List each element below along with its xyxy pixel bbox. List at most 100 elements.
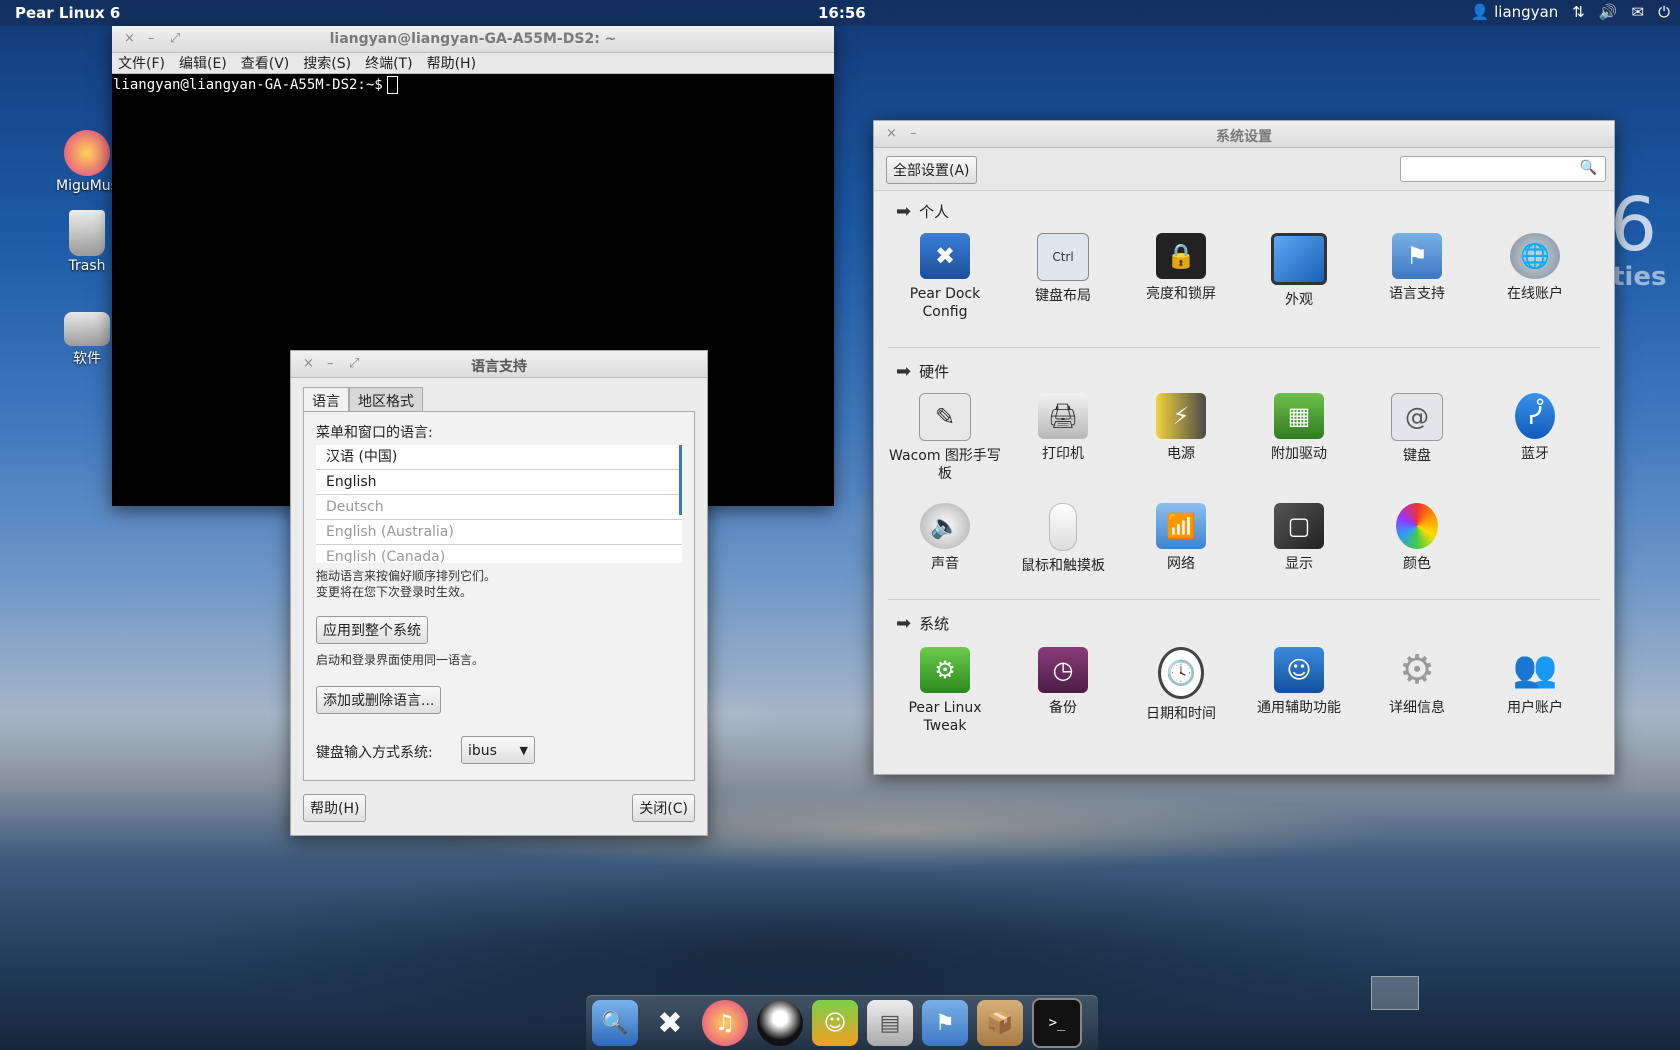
pps-icon[interactable]: ☺ (812, 1000, 858, 1046)
trash-icon (69, 210, 105, 256)
top-panel: Pear Linux 6 16:56 👤 liangyan ⇅ 🔊 ✉ ⏻ (0, 0, 1680, 26)
music-icon[interactable]: ♫ (702, 1000, 748, 1046)
language-dialog-tabs: 语言 地区格式 (303, 387, 423, 414)
menu-search[interactable]: 搜索(S) (303, 53, 351, 73)
settings-item-accessibility[interactable]: ☺ 通用辅助功能 (1240, 647, 1358, 717)
settings-item-user-accounts[interactable]: 👥 用户账户 (1476, 647, 1594, 717)
speaker-icon: 🔈 (920, 503, 970, 549)
settings-item-label: 电源 (1167, 446, 1195, 462)
settings-item-keyboard[interactable]: @ 键盘 (1358, 393, 1476, 465)
terminal-icon[interactable]: >_ (1032, 998, 1082, 1048)
all-settings-button[interactable]: 全部设置(A) (886, 156, 977, 184)
help-button[interactable]: 帮助(H) (303, 794, 367, 822)
settings-item-appearance[interactable]: 外观 (1240, 233, 1358, 309)
settings-item-wacom-tablet[interactable]: ✎ Wacom 图形手写板 (886, 393, 1004, 483)
settings-item-label: Pear Dock Config (909, 286, 981, 320)
close-button[interactable]: 关闭(C) (632, 794, 695, 822)
terminal-output[interactable]: liangyan@liangyan-GA-A55M-DS2:~$ (112, 74, 834, 96)
settings-item-network[interactable]: 📶 网络 (1122, 503, 1240, 573)
settings-item-mouse-touchpad[interactable]: 鼠标和触摸板 (1004, 503, 1122, 575)
list-item[interactable]: Deutsch (316, 495, 682, 520)
settings-item-power[interactable]: ⚡ 电源 (1122, 393, 1240, 463)
power-icon[interactable]: ⏻ (1658, 3, 1670, 21)
menu-file[interactable]: 文件(F) (118, 53, 165, 73)
mouse-icon (1049, 503, 1077, 551)
package-icon[interactable]: 📦 (977, 1000, 1023, 1046)
section-personal: ➡ 个人 (896, 201, 949, 222)
settings-item-backup[interactable]: ◷ 备份 (1004, 647, 1122, 717)
settings-item-details[interactable]: ⚙ 详细信息 (1358, 647, 1476, 717)
settings-item-label: 语言支持 (1389, 286, 1445, 302)
drive-icon (64, 312, 110, 346)
settings-item-label: 颜色 (1403, 556, 1431, 572)
tools-icon[interactable]: ✖ (647, 1000, 693, 1046)
tab-regional-formats[interactable]: 地区格式 (349, 387, 423, 414)
settings-item-bluetooth[interactable]: ᓮ 蓝牙 (1476, 393, 1594, 463)
settings-toolbar: 全部设置(A) 🔍 (874, 148, 1614, 191)
settings-item-label: Pear Linux Tweak (908, 700, 982, 734)
menu-terminal[interactable]: 终端(T) (365, 53, 412, 73)
settings-item-label: 附加驱动 (1271, 446, 1327, 462)
language-flag-icon[interactable]: ⚑ (922, 1000, 968, 1046)
terminal-titlebar[interactable]: × – ⤢ liangyan@liangyan-GA-A55M-DS2: ~ (112, 26, 834, 53)
search-icon[interactable]: 🔍 (592, 1000, 638, 1046)
volume-icon[interactable]: 🔊 (1599, 3, 1618, 21)
settings-item-additional-drivers[interactable]: ▦ 附加驱动 (1240, 393, 1358, 463)
section-title: 硬件 (919, 363, 950, 381)
settings-item-label: 日期和时间 (1146, 706, 1216, 722)
menu-view[interactable]: 查看(V) (241, 53, 290, 73)
language-list[interactable]: 汉语 (中国) English Deutsch English (Austral… (316, 445, 682, 563)
mail-icon[interactable]: ✉ (1632, 3, 1645, 21)
user-menu[interactable]: 👤 liangyan (1471, 3, 1559, 21)
add-remove-languages-button[interactable]: 添加或删除语言... (316, 686, 442, 714)
brand-label[interactable]: Pear Linux 6 (15, 4, 120, 22)
section-title: 系统 (919, 615, 950, 633)
settings-item-label: 网络 (1167, 556, 1195, 572)
qq-penguin-icon[interactable] (757, 1000, 803, 1046)
list-item[interactable]: English (316, 470, 682, 495)
settings-item-label: Wacom 图形手写板 (889, 448, 1001, 482)
menu-language-label: 菜单和窗口的语言: (316, 425, 433, 441)
menu-edit[interactable]: 编辑(E) (179, 53, 227, 73)
dock-config-icon: ✖ (920, 233, 970, 279)
settings-item-language-support[interactable]: ⚑ 语言支持 (1358, 233, 1476, 303)
username: liangyan (1494, 3, 1559, 21)
settings-item-brightness-lock[interactable]: 🔒 亮度和锁屏 (1122, 233, 1240, 303)
network-icon[interactable]: ⇅ (1572, 3, 1585, 21)
settings-item-label: 打印机 (1042, 446, 1084, 462)
list-item[interactable]: English (Australia) (316, 520, 682, 545)
desktop-widget[interactable] (1371, 976, 1419, 1010)
settings-item-sound[interactable]: 🔈 声音 (886, 503, 1004, 573)
tweak-gear-icon: ⚙ (920, 647, 970, 693)
settings-item-display[interactable]: ▢ 显示 (1240, 503, 1358, 573)
clock[interactable]: 16:56 (818, 4, 866, 22)
settings-item-printer[interactable]: 🖨 打印机 (1004, 393, 1122, 463)
settings-item-date-time[interactable]: 🕓 日期和时间 (1122, 647, 1240, 723)
section-title: 个人 (919, 203, 950, 221)
apply-system-wide-button[interactable]: 应用到整个系统 (316, 616, 428, 644)
keyboard-layout-icon: Ctrl (1037, 233, 1089, 281)
settings-item-label: 蓝牙 (1521, 446, 1549, 462)
file-cabinet-icon[interactable]: ▤ (867, 1000, 913, 1046)
list-item[interactable]: English (Canada) (316, 545, 682, 563)
terminal-title: liangyan@liangyan-GA-A55M-DS2: ~ (329, 31, 617, 47)
settings-item-label: 显示 (1285, 556, 1313, 572)
language-tab-panel: 菜单和窗口的语言: 汉语 (中国) English Deutsch Englis… (303, 411, 695, 781)
input-method-select[interactable]: ibus ▼ (461, 736, 535, 764)
settings-item-pear-dock-config[interactable]: ✖ Pear Dock Config (886, 233, 1004, 321)
drag-note-line-1: 拖动语言来按偏好顺序排列它们。 (316, 569, 497, 583)
search-input[interactable]: 🔍 (1400, 156, 1606, 182)
menu-help[interactable]: 帮助(H) (427, 53, 476, 73)
list-item[interactable]: 汉语 (中国) (316, 445, 682, 470)
settings-item-keyboard-layout[interactable]: Ctrl 键盘布局 (1004, 233, 1122, 305)
tab-language[interactable]: 语言 (303, 387, 349, 414)
settings-item-color[interactable]: 颜色 (1358, 503, 1476, 573)
chip-icon: ▦ (1274, 393, 1324, 439)
settings-titlebar[interactable]: × – 系统设置 (874, 121, 1614, 148)
settings-item-online-accounts[interactable]: 🌐 在线账户 (1476, 233, 1594, 303)
list-scrollbar[interactable] (679, 445, 682, 515)
display-icon: ▢ (1274, 503, 1324, 549)
settings-item-pear-linux-tweak[interactable]: ⚙ Pear Linux Tweak (886, 647, 1004, 735)
settings-item-label: 外观 (1285, 292, 1313, 308)
language-dialog-titlebar[interactable]: × – ⤢ 语言支持 (291, 351, 707, 378)
